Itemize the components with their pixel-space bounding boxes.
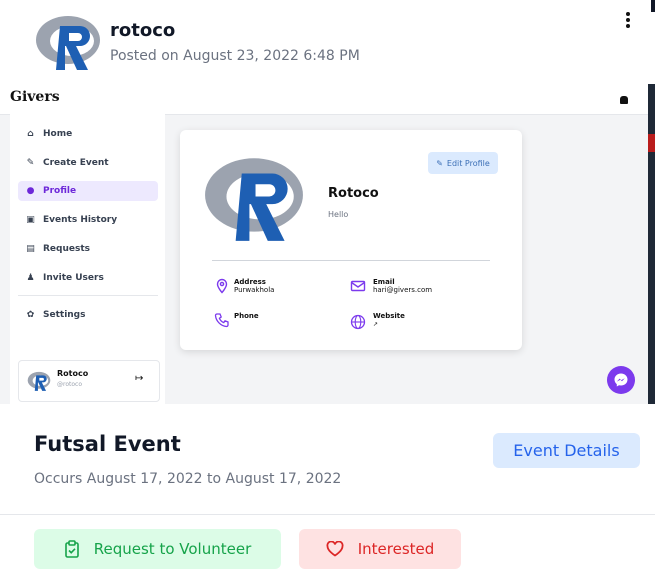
email-label: Email [373,278,395,286]
address-label: Address [234,278,266,286]
sidebar-item-label: Settings [43,310,86,320]
inbox-icon: ▤ [26,244,35,254]
author-avatar[interactable] [34,12,102,72]
post-author-name[interactable]: rotoco [110,20,175,41]
request-to-volunteer-label: Request to Volunteer [93,540,252,558]
address-value: Purwakhola [234,286,275,294]
edge-divider [651,0,655,12]
email-value: hari@givers.com [373,286,433,294]
profile-name: Rotoco [328,186,379,201]
external-link-icon: ↗ [373,321,379,328]
edit-icon: ✎ [26,158,35,168]
section-divider [0,514,655,515]
user-name: Rotoco [57,369,89,378]
side-strip [648,84,655,404]
edit-profile-label: Edit Profile [446,158,490,168]
heart-icon [326,541,344,557]
clipboard-check-icon [64,540,79,558]
profile-divider [212,260,490,261]
user-handle: @rotoco [57,381,82,388]
sidebar-item-requests: ▤ Requests [18,239,158,259]
user-plus-icon: ♟ [26,273,35,283]
edit-profile-button: ✎ Edit Profile [428,152,498,174]
profile-screenshot: Givers ⌂ Home ✎ Create Event ● Profile ▣ Eve… [0,84,655,404]
home-icon: ⌂ [27,129,34,139]
logout-icon: ↦ [135,373,144,384]
sidebar-user-card: Rotoco @rotoco ↦ [18,360,160,402]
event-title: Futsal Event [34,432,181,456]
phone-info: Phone [234,312,259,320]
user-icon: ● [26,186,35,196]
clipboard-icon: ▣ [26,215,35,225]
gear-icon: ✿ [26,310,35,320]
globe-icon [350,314,366,334]
mail-icon [350,278,366,298]
event-dates: Occurs August 17, 2022 to August 17, 202… [34,471,342,487]
website-info: Website ↗ [373,312,405,328]
sidebar-item-create-event: ✎ Create Event [18,153,158,173]
sidebar-item-label: Profile [43,186,77,196]
sidebar-item-label: Home [43,129,73,139]
interested-button[interactable]: Interested [299,529,461,569]
sidebar-item-label: Invite Users [43,273,104,283]
profile-bio: Hello [328,210,349,219]
address-info: Address Purwakhola [234,278,274,294]
event-details-button[interactable]: Event Details [493,433,640,468]
profile-avatar [202,152,306,244]
avatar [27,369,51,393]
sidebar-item-settings: ✿ Settings [18,305,158,325]
app-topbar: Givers [0,84,655,115]
messenger-icon [607,366,635,394]
interested-label: Interested [357,540,435,558]
email-info: Email hari@givers.com [373,278,432,294]
profile-card: Rotoco Hello ✎ Edit Profile Address Purw… [180,130,522,350]
sidebar-item-invite-users: ♟ Invite Users [18,268,158,288]
sidebar-item-label: Requests [43,244,91,254]
post-timestamp: Posted on August 23, 2022 6:48 PM [110,48,360,64]
phone-label: Phone [234,312,259,320]
sidebar-divider [18,295,158,296]
sidebar-item-label: Events History [43,215,118,225]
sidebar-item-label: Create Event [43,158,109,168]
sidebar-item-home: ⌂ Home [18,124,158,144]
bell-icon [620,96,628,104]
sidebar-item-events-history: ▣ Events History [18,210,158,230]
request-to-volunteer-button[interactable]: Request to Volunteer [34,529,281,569]
more-options-icon[interactable] [621,10,635,36]
app-brand: Givers [10,89,60,105]
location-icon [214,278,230,298]
phone-icon [214,312,230,332]
website-label: Website [373,312,405,320]
sidebar-item-profile: ● Profile [18,181,158,201]
pencil-icon: ✎ [436,158,443,168]
